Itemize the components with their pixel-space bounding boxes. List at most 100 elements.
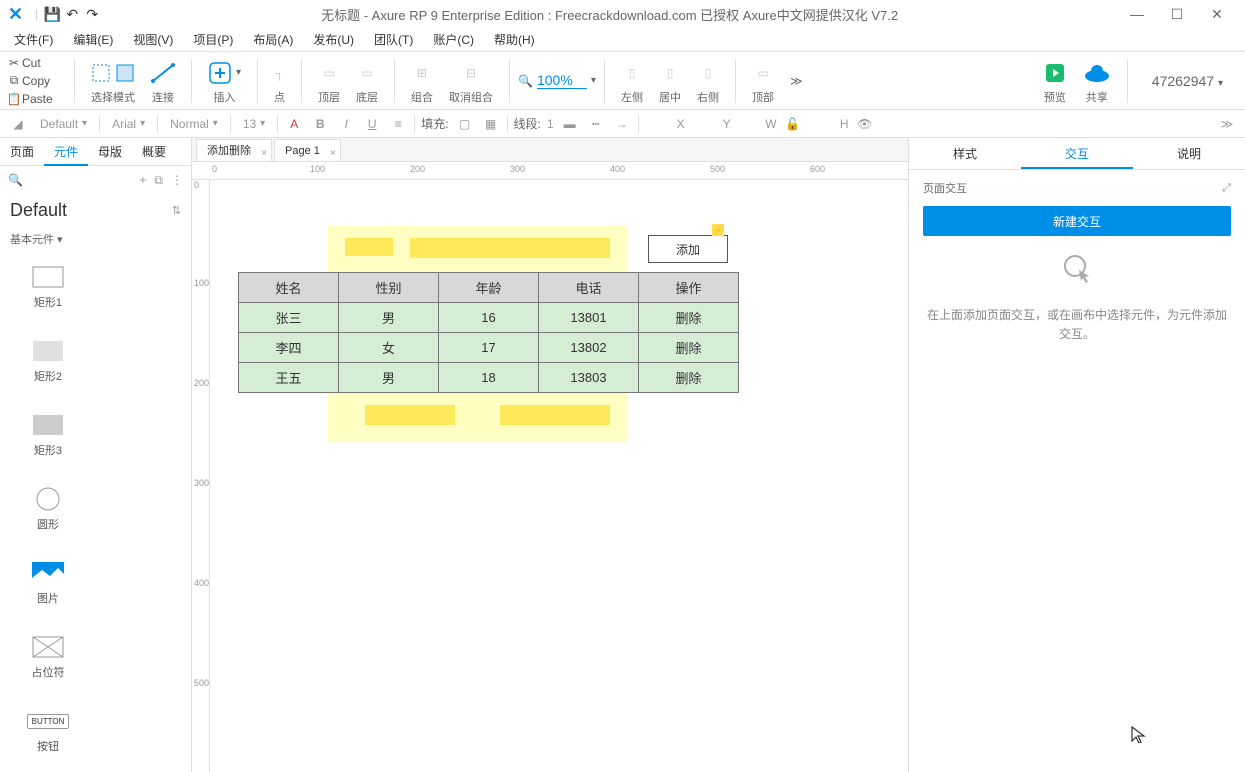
align-center: ▯居中 [651, 57, 689, 105]
tab-notes[interactable]: 说明 [1133, 138, 1245, 169]
font-dropdown[interactable]: Arial▾ [106, 117, 151, 131]
menu-file[interactable]: 文件(F) [4, 29, 63, 50]
group-button: ⊞组合 [403, 57, 441, 105]
expand-icon[interactable]: ⤢ [1222, 182, 1231, 195]
zoom-input[interactable] [537, 72, 587, 89]
menu-bar: 文件(F) 编辑(E) 视图(V) 项目(P) 布局(A) 发布(U) 团队(T… [0, 28, 1245, 52]
bold-icon[interactable]: B [310, 117, 330, 131]
layer-top: ▭顶层 [310, 57, 348, 105]
menu-layout[interactable]: 布局(A) [243, 29, 303, 50]
weight-dropdown[interactable]: Normal▾ [164, 117, 224, 131]
minimize-button[interactable]: — [1117, 6, 1157, 22]
table-row[interactable]: 张三男1613801删除 [239, 303, 739, 333]
menu-edit[interactable]: 编辑(E) [63, 29, 123, 50]
visibility-icon[interactable]: 👁 [855, 117, 875, 131]
fill-image[interactable]: ▦ [481, 117, 501, 131]
share-button[interactable]: 共享 [1075, 57, 1119, 105]
menu-account[interactable]: 账户(C) [423, 29, 484, 50]
menu-icon[interactable]: ⋮ [171, 173, 183, 187]
lock-icon[interactable]: 🔓 [783, 117, 803, 131]
zoom-control[interactable]: 🔍 ▾ [518, 72, 596, 89]
left-panel: 页面 元件 母版 概要 🔍 + ⧉ ⋮ Default⇅ 基本元件 ▾ 矩形1 … [0, 138, 192, 772]
add-widget-icon[interactable]: + [139, 173, 146, 187]
tab-masters[interactable]: 母版 [88, 138, 132, 166]
widget-placeholder[interactable]: 占位符 [0, 621, 96, 695]
widget-rect3[interactable]: 矩形3 [0, 399, 96, 473]
point-button: ┐点 [266, 57, 293, 105]
align-left: ▯左侧 [613, 57, 651, 105]
maximize-button[interactable]: ☐ [1157, 6, 1197, 23]
section-title: 页面交互 [923, 180, 967, 196]
widget-image[interactable]: 图片 [0, 547, 96, 621]
app-logo: ✕ [8, 4, 23, 25]
widget-button[interactable]: BUTTON按钮 [0, 695, 96, 769]
duplicate-icon[interactable]: ⧉ [154, 173, 163, 188]
menu-team[interactable]: 团队(T) [364, 29, 423, 50]
style-fill-icon[interactable]: ◢ [8, 117, 28, 131]
add-button[interactable]: 添加 [648, 235, 728, 263]
redo-icon[interactable]: ↷ [82, 6, 102, 23]
align-right: ▯右侧 [689, 57, 727, 105]
widget-circle[interactable]: 圆形 [0, 473, 96, 547]
menu-publish[interactable]: 发布(U) [303, 29, 364, 50]
italic-icon[interactable]: I [336, 117, 356, 131]
line-style[interactable]: ┅ [586, 117, 606, 131]
fill-color[interactable]: ▢ [455, 117, 475, 131]
size-h[interactable]: H [809, 117, 849, 131]
line-label: 线段: [514, 115, 541, 132]
widget-rect2[interactable]: 矩形2 [0, 325, 96, 399]
more-tools[interactable]: ≫ [782, 65, 811, 97]
data-table[interactable]: 姓名性别年龄电话操作 张三男1613801删除 李四女1713802删除 王五男… [238, 272, 739, 393]
line-color[interactable]: ▬ [560, 117, 580, 131]
toolbar: ✂Cut ⧉Copy 📋Paste 选择模式 连接 ▾ 插入 ┐点 ▭顶层 ▭底… [0, 52, 1245, 110]
new-interaction-button[interactable]: 新建交互 [923, 206, 1231, 236]
underline-icon[interactable]: U [362, 117, 382, 131]
tab-widgets[interactable]: 元件 [44, 138, 88, 166]
menu-view[interactable]: 视图(V) [123, 29, 183, 50]
align-top: ▭顶部 [744, 57, 782, 105]
tab-style[interactable]: 样式 [909, 138, 1021, 169]
copy-button[interactable]: ⧉Copy [6, 72, 66, 90]
hint-text: 在上面添加页面交互，或在画布中选择元件，为元件添加交互。 [909, 252, 1245, 344]
interaction-bolt-icon[interactable]: ⚡ [712, 224, 724, 236]
insert-button[interactable]: ▾ 插入 [200, 57, 249, 105]
table-row[interactable]: 李四女1713802删除 [239, 333, 739, 363]
widget-rect1[interactable]: 矩形1 [0, 251, 96, 325]
section-basic[interactable]: 基本元件 ▾ [0, 227, 191, 251]
canvas[interactable]: 添加 ⚡ ⚡ 姓名性别年龄电话操作 张三男1613801删除 李四女171380… [210, 180, 908, 772]
ruler-horizontal: 0100200300400500600 [192, 162, 908, 180]
pos-x[interactable]: X [645, 117, 685, 131]
layer-bottom: ▭底层 [348, 57, 386, 105]
right-panel: 样式 交互 说明 页面交互 ⤢ 新建交互 在上面添加页面交互，或在画布中选择元件… [908, 138, 1245, 772]
fill-label: 填充: [421, 115, 448, 132]
select-mode[interactable]: 选择模式 [83, 57, 143, 105]
menu-project[interactable]: 项目(P) [183, 29, 243, 50]
table-row[interactable]: 王五男1813803删除 [239, 363, 739, 393]
line-width[interactable]: 1 [547, 117, 554, 131]
pos-y[interactable]: Y [691, 117, 731, 131]
library-selector[interactable]: Default⇅ [0, 194, 191, 227]
tab-outline[interactable]: 概要 [132, 138, 176, 166]
connect-button[interactable]: 连接 [143, 57, 183, 105]
list-icon[interactable]: ≡ [388, 117, 408, 131]
size-w[interactable]: W [737, 117, 777, 131]
login-button[interactable]: 47262947 ▾ [1136, 73, 1239, 89]
save-icon[interactable]: 💾 [42, 6, 62, 23]
search-icon[interactable]: 🔍 [8, 173, 131, 187]
line-arrow[interactable]: → [612, 117, 632, 131]
tab-interactions[interactable]: 交互 [1021, 138, 1133, 169]
tab-pages[interactable]: 页面 [0, 138, 44, 166]
more-props[interactable]: ≫ [1217, 117, 1237, 131]
undo-icon[interactable]: ↶ [62, 6, 82, 23]
cursor-icon [923, 252, 1231, 298]
paste-button[interactable]: 📋Paste [6, 90, 66, 108]
menu-help[interactable]: 帮助(H) [484, 29, 545, 50]
doc-tab-1[interactable]: Page 1× [274, 139, 341, 161]
doc-tab-0[interactable]: 添加删除× [196, 139, 272, 161]
style-dropdown[interactable]: Default▾ [34, 117, 93, 131]
text-color-icon[interactable]: A [284, 117, 304, 131]
preview-button[interactable]: 预览 [1035, 57, 1075, 105]
size-dropdown[interactable]: 13▾ [237, 117, 271, 131]
close-button[interactable]: ✕ [1197, 6, 1237, 23]
cut-button[interactable]: ✂Cut [6, 54, 66, 72]
